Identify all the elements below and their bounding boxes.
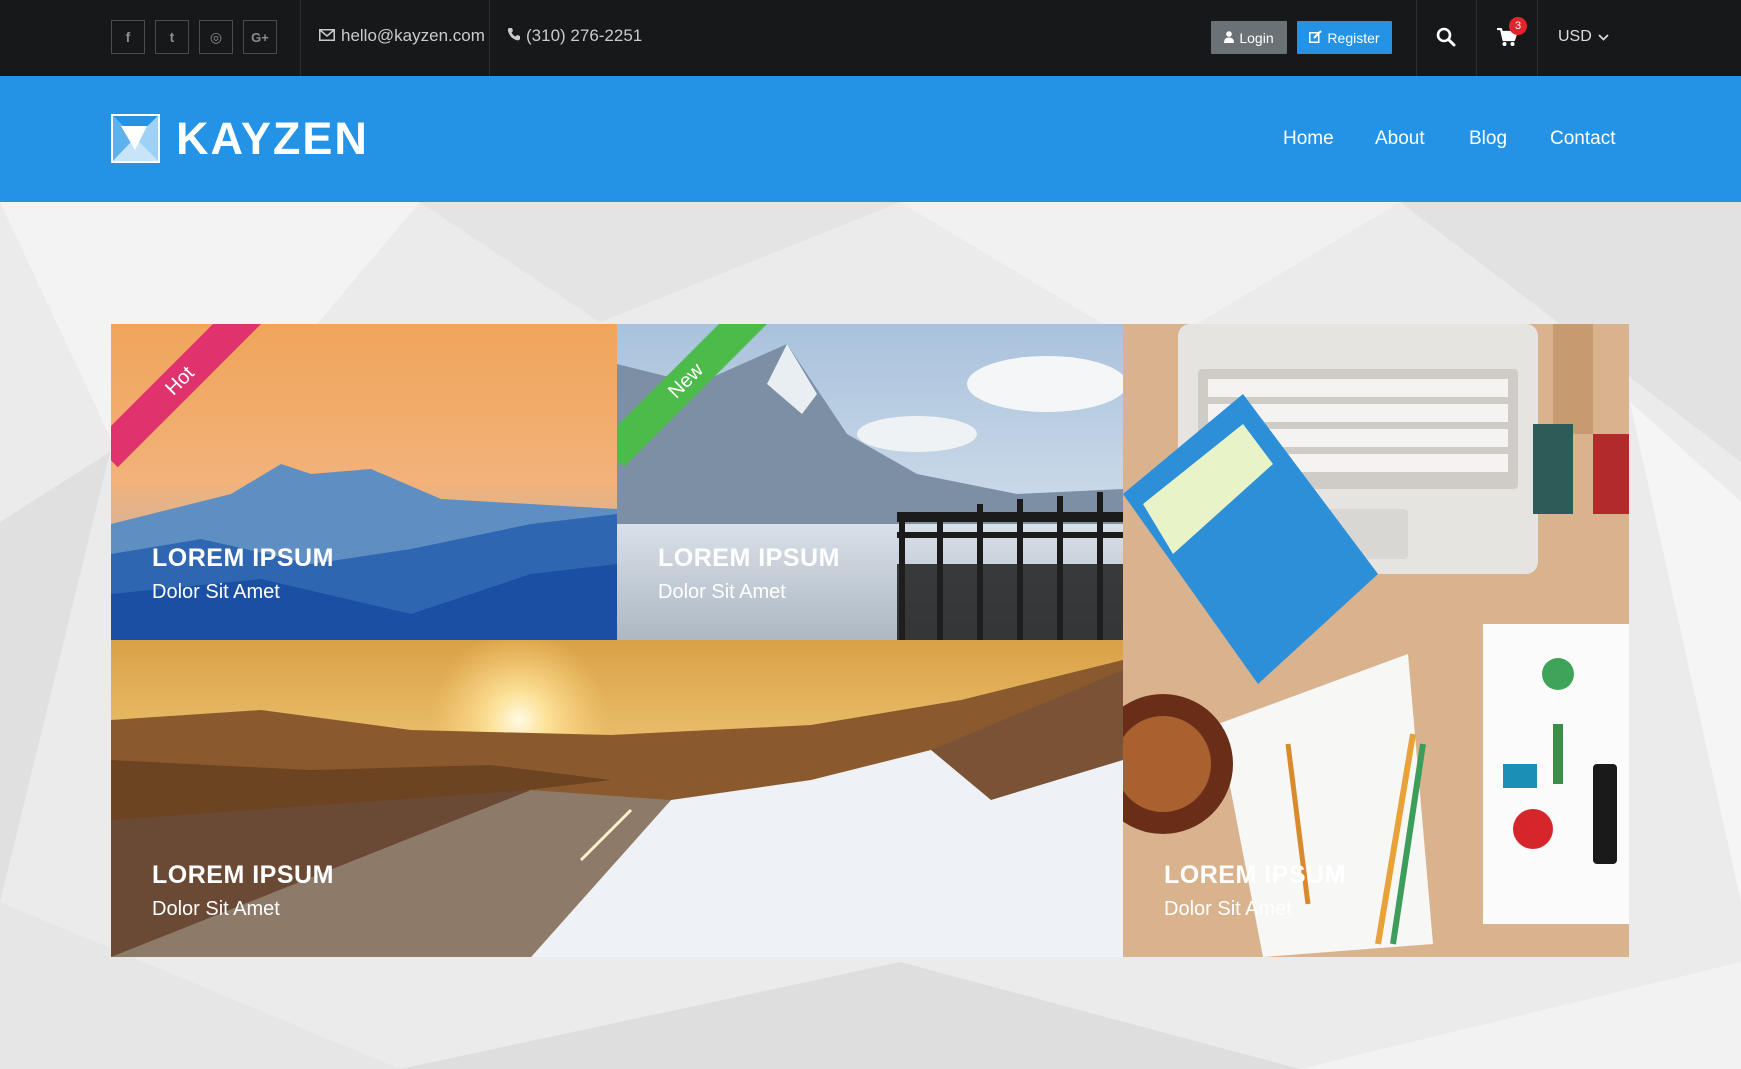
- twitter-icon[interactable]: t: [155, 20, 189, 54]
- currency-label: USD: [1558, 28, 1592, 45]
- tile-subtitle: Dolor Sit Amet: [1164, 898, 1292, 920]
- dribbble-icon[interactable]: ◎: [199, 20, 233, 54]
- divider: [1537, 0, 1538, 76]
- nav-about[interactable]: About: [1375, 128, 1425, 150]
- tile-title: LOREM IPSUM: [658, 544, 840, 572]
- register-label: Register: [1327, 29, 1380, 46]
- google-plus-icon[interactable]: G+: [243, 20, 277, 54]
- cart-count-badge: 3: [1509, 17, 1527, 35]
- tile-caption: LOREM IPSUM Dolor Sit Amet: [658, 544, 840, 604]
- tile-caption: LOREM IPSUM Dolor Sit Amet: [152, 544, 334, 604]
- chevron-down-icon: [1598, 28, 1609, 46]
- phone-text: (310) 276-2251: [526, 26, 643, 45]
- logo-mark-icon: [111, 114, 160, 163]
- tile-title: LOREM IPSUM: [152, 544, 334, 572]
- search-icon[interactable]: [1431, 22, 1461, 52]
- login-button[interactable]: Login: [1211, 21, 1287, 54]
- tile-title: LOREM IPSUM: [1164, 861, 1346, 889]
- hero-section: Hot LOREM IPSUM Dolor Sit Amet New LOREM…: [0, 202, 1741, 1069]
- facebook-icon[interactable]: f: [111, 20, 145, 54]
- brand-name: KAYZEN: [176, 113, 369, 164]
- hero-tile-2[interactable]: New LOREM IPSUM Dolor Sit Amet: [617, 324, 1123, 640]
- edit-icon: [1309, 29, 1323, 46]
- register-button[interactable]: Register: [1297, 21, 1392, 54]
- nav-contact[interactable]: Contact: [1550, 128, 1615, 150]
- tile-subtitle: Dolor Sit Amet: [152, 581, 280, 603]
- divider: [1416, 0, 1417, 76]
- tile-subtitle: Dolor Sit Amet: [658, 581, 786, 603]
- top-bar: f t ◎ G+ hello@kayzen.com (310) 276-2251…: [0, 0, 1741, 76]
- tile-title: LOREM IPSUM: [152, 861, 334, 889]
- divider: [1476, 0, 1477, 76]
- divider: [300, 0, 301, 76]
- envelope-icon: [319, 28, 335, 45]
- nav-home[interactable]: Home: [1283, 128, 1334, 150]
- hero-tile-1[interactable]: Hot LOREM IPSUM Dolor Sit Amet: [111, 324, 617, 640]
- user-icon: [1224, 30, 1235, 46]
- hero-tile-3[interactable]: LOREM IPSUM Dolor Sit Amet: [111, 640, 1123, 957]
- tile-subtitle: Dolor Sit Amet: [152, 898, 280, 920]
- nav-blog[interactable]: Blog: [1469, 128, 1507, 150]
- tile-caption: LOREM IPSUM Dolor Sit Amet: [1164, 861, 1346, 921]
- hero-tile-4[interactable]: LOREM IPSUM Dolor Sit Amet: [1123, 324, 1629, 957]
- phone-link[interactable]: (310) 276-2251: [507, 26, 642, 46]
- phone-icon: [507, 27, 520, 45]
- divider: [489, 0, 490, 76]
- email-link[interactable]: hello@kayzen.com: [319, 26, 485, 46]
- tile-caption: LOREM IPSUM Dolor Sit Amet: [152, 861, 334, 921]
- currency-selector[interactable]: USD: [1558, 28, 1609, 46]
- brand-logo[interactable]: KAYZEN: [111, 114, 369, 163]
- main-navbar: KAYZEN Home About Blog Contact: [0, 76, 1741, 202]
- login-label: Login: [1239, 29, 1274, 46]
- email-text: hello@kayzen.com: [341, 26, 485, 45]
